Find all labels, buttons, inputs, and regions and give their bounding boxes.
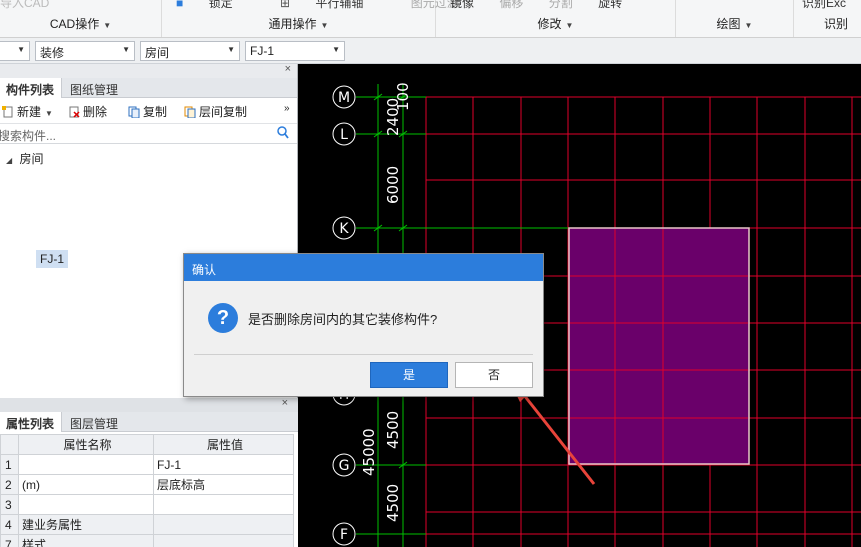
dialog-message: 是否删除房间内的其它装修构件? [248, 312, 438, 327]
ribbon-group-recognize: 识别Exc 识别 [794, 0, 861, 37]
ribbon-group-modify: 镜像 偏移 分割 旋转 修改 ▼ [436, 0, 676, 37]
cad-operations-menu[interactable]: CAD操作 ▼ [0, 15, 161, 32]
table-row[interactable]: 1 FJ-1 [0, 454, 294, 475]
table-row[interactable]: 7 样式 [0, 534, 294, 547]
dialog-title: 确认 [184, 254, 543, 281]
offset-button[interactable]: 偏移 [499, 0, 523, 10]
property-name-header: 属性名称 [18, 434, 154, 455]
common-operations-menu[interactable]: 通用操作 ▼ [162, 15, 435, 32]
ribbon-group-draw: 绘图 ▼ [676, 0, 794, 37]
property-name-cell: 样式 [18, 534, 154, 547]
type-select[interactable]: 房间 ▼ [140, 41, 240, 61]
collapse-icon[interactable]: ◢ [6, 156, 12, 165]
property-name-cell [18, 454, 154, 475]
axis-label-m: M [338, 90, 350, 106]
floor-copy-icon [184, 106, 196, 118]
new-icon [2, 106, 13, 118]
panel-header: × [0, 63, 297, 78]
property-value-header: 属性值 [153, 434, 294, 455]
dim-45000: 45000 [360, 428, 378, 476]
mirror-button[interactable]: 镜像 [450, 0, 474, 10]
lock-button[interactable]: ■ 锁定 [176, 0, 255, 10]
import-cad-button[interactable]: 导入CAD [0, 0, 49, 11]
delete-icon [69, 106, 80, 118]
component-select[interactable]: FJ-1 ▼ [245, 41, 345, 61]
recognize-menu[interactable]: 识别 [824, 15, 861, 32]
close-icon[interactable]: × [282, 397, 288, 409]
component-tabs: 构件列表 图纸管理 [0, 78, 297, 98]
axis-label-k: K [339, 221, 349, 237]
search-icon[interactable] [277, 126, 289, 140]
dim-2400: 2400 [384, 98, 402, 136]
table-row[interactable]: 3 [0, 494, 294, 515]
property-tabs: 属性列表 图层管理 [0, 412, 298, 432]
tab-component-list[interactable]: 构件列表 [0, 78, 62, 98]
copy-button[interactable]: 复制 [128, 103, 167, 120]
property-name-cell: (m) [18, 474, 154, 495]
copy-icon [128, 106, 140, 118]
property-value-cell[interactable]: 层底标高 [153, 474, 294, 495]
property-name-cell [18, 494, 154, 515]
ribbon: 导入CAD CAD操作 ▼ ■ 锁定 ⊞ 平行辅轴 图元过滤 通用操作 ▼ 镜像 偏… [0, 0, 861, 38]
split-button[interactable]: 分割 [549, 0, 573, 10]
property-panel: × 属性列表 图层管理 属性名称 属性值 1 FJ-1 2 (m) 层底标高 3… [0, 397, 298, 547]
tree-node-fj1[interactable]: FJ-1 [36, 250, 68, 268]
property-value-cell[interactable]: FJ-1 [153, 454, 294, 475]
no-button[interactable]: 否 [455, 362, 533, 388]
rotate-button[interactable]: 旋转 [598, 0, 622, 10]
tab-drawing-management[interactable]: 图纸管理 [64, 78, 124, 98]
recognize-excel-button[interactable]: 识别Exc [802, 0, 846, 11]
axis-label-f: F [340, 527, 348, 543]
property-table: 属性名称 属性值 1 FJ-1 2 (m) 层底标高 3 4 建业务属性 7 样… [0, 434, 294, 547]
dim-4500-b: 4500 [384, 484, 402, 522]
table-row[interactable]: 2 (m) 层底标高 [0, 474, 294, 495]
more-button[interactable]: » [284, 103, 290, 114]
ribbon-group-common: ■ 锁定 ⊞ 平行辅轴 图元过滤 通用操作 ▼ [162, 0, 459, 37]
row-number-header [0, 434, 19, 455]
category-select[interactable]: 装修 ▼ [35, 41, 135, 61]
yes-button[interactable]: 是 [370, 362, 448, 388]
question-icon: ? [208, 303, 238, 333]
parallel-axis-button[interactable]: ⊞ 平行辅轴 [280, 0, 385, 10]
ribbon-group-cad: 导入CAD CAD操作 ▼ [0, 0, 162, 37]
floor-select[interactable]: ▼ [0, 41, 30, 61]
modify-menu[interactable]: 修改 ▼ [436, 15, 675, 32]
dialog-separator [194, 354, 533, 355]
property-name-cell: 建业务属性 [18, 514, 154, 535]
component-search[interactable]: 搜索构件... [0, 124, 297, 144]
room-fj1[interactable] [568, 227, 750, 465]
selector-toolbar: ▼ 装修 ▼ 房间 ▼ FJ-1 ▼ [0, 38, 861, 64]
dim-6000: 6000 [384, 166, 402, 204]
tab-layer-management[interactable]: 图层管理 [64, 412, 124, 432]
property-panel-header: × [0, 397, 298, 412]
search-input[interactable]: 搜索构件... [0, 127, 56, 144]
dim-4500-a: 4500 [384, 411, 402, 449]
close-icon[interactable]: × [285, 63, 291, 75]
property-value-cell[interactable] [153, 494, 294, 515]
draw-menu[interactable]: 绘图 ▼ [676, 15, 793, 32]
axis-label-g: G [339, 458, 350, 474]
table-row[interactable]: 4 建业务属性 [0, 514, 294, 535]
tab-property-list[interactable]: 属性列表 [0, 412, 62, 432]
component-toolbar: 新建 ▼ 删除 复制 层间复制 » [0, 98, 297, 124]
new-button[interactable]: 新建 ▼ [2, 103, 53, 120]
axis-label-l: L [340, 127, 348, 143]
property-value-cell[interactable] [153, 534, 294, 547]
delete-button[interactable]: 删除 [68, 103, 107, 120]
confirm-dialog: 确认 ? 是否删除房间内的其它装修构件? 是 否 [183, 253, 544, 397]
floor-copy-button[interactable]: 层间复制 [184, 103, 247, 120]
tree-node-room[interactable]: ◢ 房间 [6, 150, 44, 167]
property-value-cell[interactable] [153, 514, 294, 535]
